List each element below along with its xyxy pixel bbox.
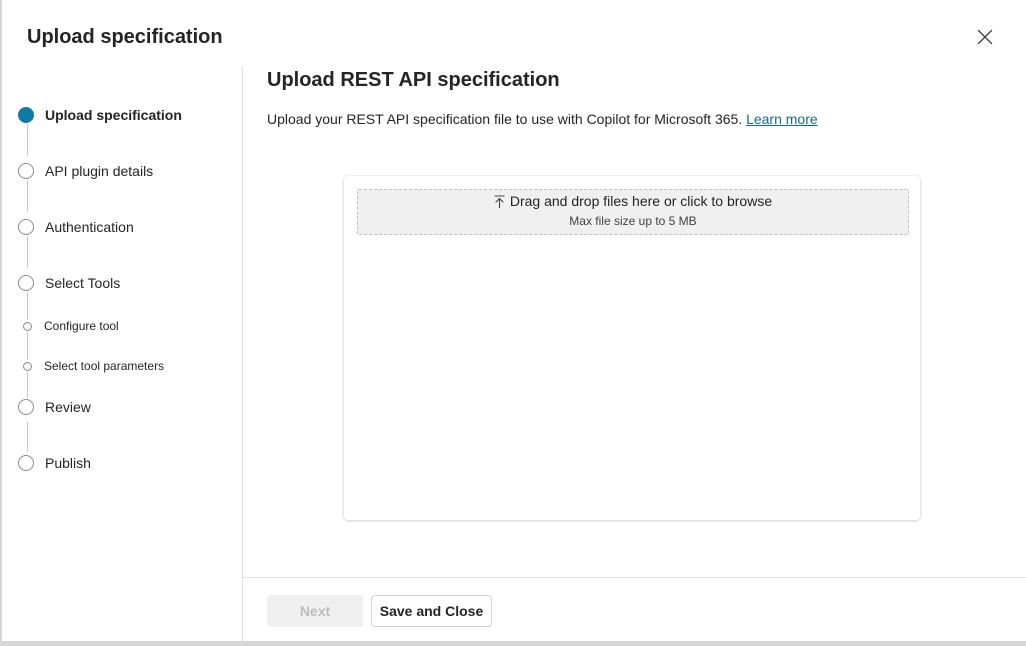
step-label: Authentication [45, 219, 134, 235]
main-content: Upload REST API specification Upload you… [243, 66, 1026, 577]
description-text: Upload your REST API specification file … [267, 111, 743, 127]
upload-card: Drag and drop files here or click to bro… [344, 176, 920, 520]
step-label: Select Tools [45, 275, 121, 291]
step-connector [27, 332, 28, 360]
step-indicator [18, 219, 34, 235]
step-connector [27, 292, 28, 320]
step-active-indicator [18, 107, 34, 123]
step-api-plugin-details[interactable]: API plugin details [18, 163, 153, 179]
upload-dialog: Upload specification Upload specificatio… [2, 0, 1026, 641]
step-review[interactable]: Review [18, 399, 91, 415]
dialog-footer: Next Save and Close [243, 577, 1026, 641]
dropzone-label: Drag and drop files here or click to bro… [509, 193, 773, 209]
step-label: Upload specification [45, 107, 182, 123]
step-connector [27, 422, 28, 452]
file-dropzone[interactable]: Drag and drop files here or click to bro… [357, 189, 909, 235]
step-label: Publish [45, 455, 91, 471]
step-label: Review [45, 399, 91, 415]
step-indicator [18, 275, 34, 291]
section-title: Upload REST API specification [267, 69, 560, 91]
steps-sidebar: Upload specification API plugin details … [2, 66, 243, 641]
step-connector [27, 372, 28, 398]
step-label: API plugin details [45, 163, 154, 179]
dialog-title: Upload specification [27, 26, 223, 48]
substep-indicator [23, 321, 32, 331]
step-upload-specification[interactable]: Upload specification [18, 107, 182, 123]
save-and-close-button[interactable]: Save and Close [371, 595, 492, 627]
step-label: Select tool parameters [44, 359, 165, 373]
step-indicator [18, 455, 34, 471]
close-button[interactable] [972, 24, 998, 50]
step-label: Configure tool [44, 319, 119, 333]
step-publish[interactable]: Publish [18, 455, 91, 471]
dropzone-hint: Max file size up to 5 MB [569, 214, 697, 228]
step-connector [27, 180, 28, 212]
step-connector [27, 236, 28, 268]
description: Upload your REST API specification file … [267, 111, 818, 127]
step-indicator [18, 163, 34, 179]
step-authentication[interactable]: Authentication [18, 219, 134, 235]
step-indicator [18, 399, 34, 415]
close-icon [977, 29, 993, 45]
substep-select-tool-parameters[interactable]: Select tool parameters [23, 359, 164, 373]
substep-indicator [23, 361, 32, 371]
step-connector [27, 124, 28, 156]
next-button[interactable]: Next [267, 595, 363, 627]
learn-more-link[interactable]: Learn more [746, 111, 818, 127]
upload-icon [494, 194, 505, 208]
step-select-tools[interactable]: Select Tools [18, 275, 120, 291]
dropzone-main: Drag and drop files here or click to bro… [358, 193, 908, 209]
substep-configure-tool[interactable]: Configure tool [23, 319, 119, 333]
